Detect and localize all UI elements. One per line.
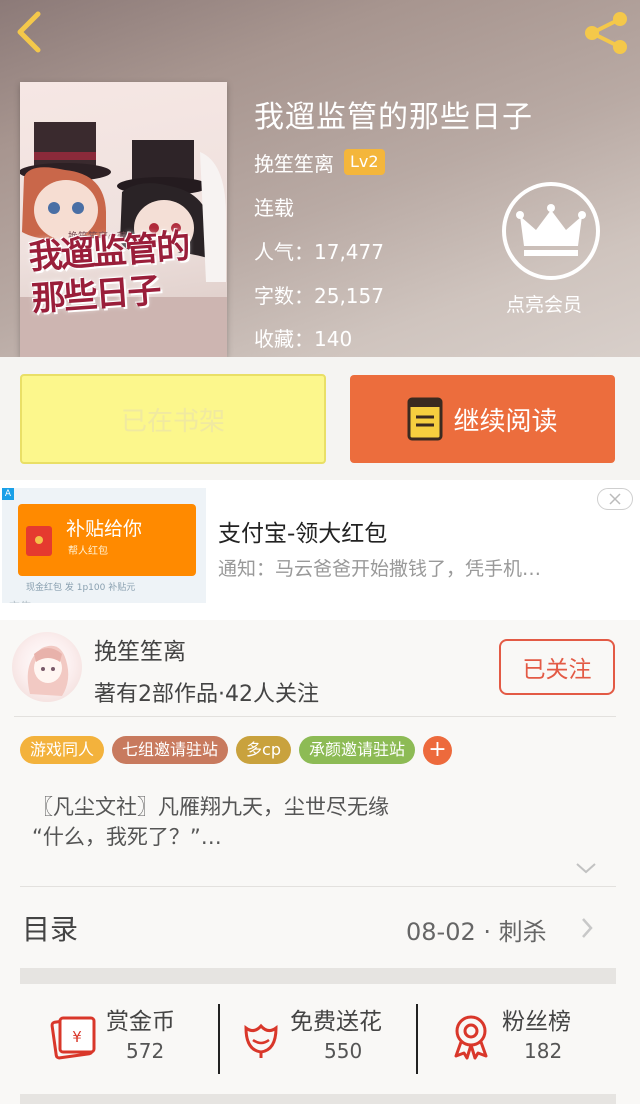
share-button[interactable] (580, 10, 632, 56)
author-stats: 著有2部作品·42人关注 (94, 682, 319, 707)
author-line: 挽笙笙离 Lv2 (254, 148, 385, 176)
book-cover[interactable]: 挽笙笙离◎著 我遛监管的那些日子 (20, 82, 227, 357)
latest-chapter: 08-02 · 刺杀 (406, 918, 547, 946)
author-avatar[interactable] (12, 632, 82, 702)
synopsis-line: 〖凡尘文社〗凡雁翔九天，尘世尽无缘 (32, 795, 389, 819)
word-count-stat: 字数：25,157 (254, 280, 384, 309)
book-title: 我遛监管的那些日子 (254, 100, 533, 135)
popularity-value: 17,477 (314, 240, 384, 264)
red-envelope-icon: ¥ (50, 1016, 96, 1060)
book-header: 挽笙笙离◎著 我遛监管的那些日子 我遛监管的那些日子 挽笙笙离 Lv2 连载 人… (0, 0, 640, 357)
status-text: 连载 (254, 196, 294, 220)
continue-reading-button[interactable]: 继续阅读 (350, 375, 615, 463)
section-separator (20, 1094, 616, 1104)
ad-description: 通知：马云爸爸开始撒钱了，凭手机… (218, 558, 542, 580)
synopsis[interactable]: 〖凡尘文社〗凡雁翔九天，尘世尽无缘 “什么，我死了？”… (32, 792, 592, 852)
fans-value: 182 (524, 1039, 563, 1063)
word-count-label: 字数： (254, 284, 314, 308)
close-icon (609, 493, 621, 505)
popularity-stat: 人气：17,477 (254, 236, 384, 265)
vip-button[interactable] (502, 182, 600, 280)
ad-close-button[interactable] (597, 488, 633, 510)
favorites-value: 140 (314, 327, 353, 351)
flowers-value: 550 (324, 1039, 363, 1063)
reward-coins-button[interactable]: ¥ 赏金币 572 (50, 1002, 190, 1074)
word-count-value: 25,157 (314, 284, 384, 308)
book-icon (407, 397, 443, 441)
back-button[interactable] (10, 8, 50, 56)
ad-card-subtitle: 帮人红包 (68, 546, 108, 557)
flower-icon (244, 1023, 278, 1058)
follow-button[interactable]: 已关注 (499, 639, 615, 695)
avatar-illustration (27, 645, 69, 696)
divider (14, 716, 616, 717)
tag-item[interactable]: 游戏同人 (20, 736, 105, 764)
ad-image-footer: 现金红包 发 1p100 补贴元 (26, 583, 136, 593)
stat-divider (416, 1004, 418, 1074)
favorites-stat: 收藏：140 (254, 323, 352, 352)
tag-item[interactable]: 多cp (236, 736, 291, 764)
ad-badge-icon: A (2, 488, 14, 500)
send-flowers-button[interactable]: 免费送花 550 (238, 1002, 408, 1074)
continue-reading-label: 继续阅读 (453, 406, 558, 437)
fan-ranking-button[interactable]: 粉丝榜 182 (450, 1002, 590, 1074)
flowers-label: 免费送花 (290, 1009, 382, 1035)
author-name[interactable]: 挽笙笙离 (254, 148, 334, 177)
ad-banner[interactable]: 补贴给你 帮人红包 现金红包 发 1p100 补贴元 广告 A 支付宝-领大红包… (0, 480, 640, 620)
add-tag-button[interactable]: + (423, 736, 453, 765)
follow-label: 已关注 (522, 657, 592, 683)
synopsis-line: “什么，我死了？”… (32, 825, 222, 849)
support-stats-row: ¥ 赏金币 572 免费送花 550 粉丝榜 182 (0, 984, 640, 1094)
level-badge: Lv2 (344, 149, 385, 175)
table-of-contents-row[interactable]: 目录 08-02 · 刺杀 (0, 888, 640, 966)
red-packet-icon (26, 526, 52, 556)
toc-label: 目录 (22, 913, 79, 946)
fans-label: 粉丝榜 (502, 1009, 571, 1035)
section-separator (20, 968, 616, 984)
ad-title: 支付宝-领大红包 (218, 521, 388, 547)
tag-item[interactable]: 七组邀请驻站 (112, 736, 229, 764)
reward-label: 赏金币 (106, 1009, 175, 1035)
cover-title-text: 我遛监管的那些日子 (27, 226, 190, 320)
expand-synopsis-button[interactable] (575, 860, 597, 874)
medal-icon (454, 1015, 488, 1060)
vip-label[interactable]: 点亮会员 (506, 290, 582, 317)
stat-divider (218, 1004, 220, 1074)
chevron-left-icon (17, 11, 41, 53)
share-icon (585, 12, 627, 54)
ad-tag: 广告 (8, 598, 32, 603)
author-panel-name[interactable]: 挽笙笙离 (94, 632, 186, 666)
favorites-label: 收藏： (254, 327, 314, 351)
chevron-right-icon (582, 918, 593, 938)
reward-value: 572 (126, 1039, 165, 1063)
ad-image: 补贴给你 帮人红包 现金红包 发 1p100 补贴元 广告 (2, 488, 206, 603)
action-bar: 已在书架 继续阅读 (0, 357, 640, 480)
tag-list: 游戏同人 七组邀请驻站 多cp 承颜邀请驻站 + (20, 736, 453, 766)
popularity-label: 人气： (254, 240, 314, 264)
divider (20, 886, 616, 887)
tag-item[interactable]: 承颜邀请驻站 (299, 736, 416, 764)
crown-icon (516, 204, 586, 256)
ad-card-title: 补贴给你 (66, 518, 143, 540)
book-info-panel: 挽笙笙离 著有2部作品·42人关注 已关注 游戏同人 七组邀请驻站 多cp 承颜… (0, 620, 640, 1104)
in-bookshelf-button[interactable]: 已在书架 (20, 374, 326, 464)
chevron-down-icon (576, 863, 596, 874)
svg-text:¥: ¥ (72, 1028, 82, 1046)
in-bookshelf-label: 已在书架 (120, 406, 225, 437)
ad-card: 补贴给你 帮人红包 (18, 504, 196, 576)
